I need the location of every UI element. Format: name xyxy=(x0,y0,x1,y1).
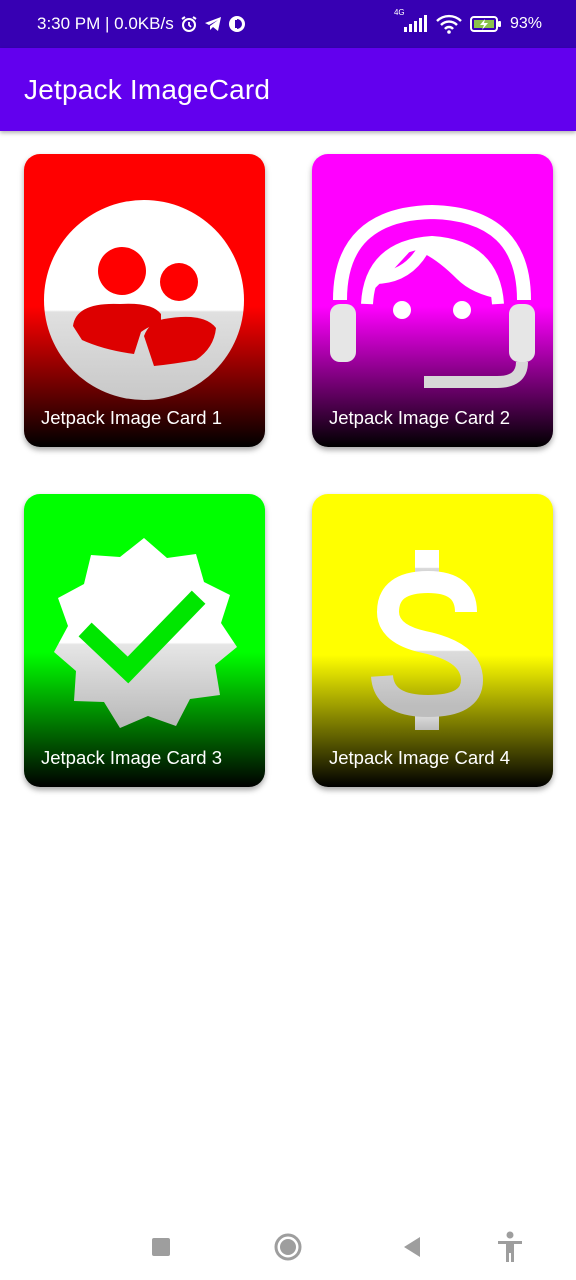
network-type-label: 4G xyxy=(393,8,405,17)
app-title: Jetpack ImageCard xyxy=(24,73,271,105)
card-3-caption: Jetpack Image Card 3 xyxy=(41,747,222,768)
image-card-2[interactable]: Jetpack Image Card 2 xyxy=(312,154,553,447)
battery-percent: 93% xyxy=(509,15,542,32)
image-card-1[interactable]: Jetpack Image Card 1 xyxy=(24,154,265,447)
back-icon[interactable] xyxy=(395,1230,429,1264)
wifi-icon xyxy=(436,14,462,34)
battery-charging-icon xyxy=(469,15,502,33)
card-2-caption: Jetpack Image Card 2 xyxy=(329,407,510,428)
navigation-bar xyxy=(0,1210,576,1280)
image-card-4[interactable]: Jetpack Image Card 4 xyxy=(312,494,553,787)
app-bar: Jetpack ImageCard xyxy=(0,48,576,131)
status-left: 3:30 PM | 0.0KB/s xyxy=(37,14,246,34)
recents-icon[interactable] xyxy=(144,1230,178,1264)
card-1-background xyxy=(24,154,265,447)
card-4-background xyxy=(312,494,553,787)
image-card-3[interactable]: Jetpack Image Card 3 xyxy=(24,494,265,787)
card-3-background xyxy=(24,494,265,787)
sync-icon xyxy=(228,15,246,33)
telegram-icon xyxy=(204,15,222,33)
card-2-background xyxy=(312,154,553,447)
status-time-speed: 3:30 PM | 0.0KB/s xyxy=(37,14,174,33)
accessibility-icon[interactable] xyxy=(493,1230,527,1264)
status-right: 4G 93% xyxy=(394,8,542,34)
card-1-caption: Jetpack Image Card 1 xyxy=(41,407,222,428)
alarm-icon xyxy=(180,15,198,33)
group-chat-icon xyxy=(44,200,244,400)
status-bar: 3:30 PM | 0.0KB/s 4G 93% xyxy=(0,0,576,48)
signal-icon: 4G xyxy=(394,8,428,33)
card-4-caption: Jetpack Image Card 4 xyxy=(329,747,510,768)
home-icon[interactable] xyxy=(271,1230,305,1264)
